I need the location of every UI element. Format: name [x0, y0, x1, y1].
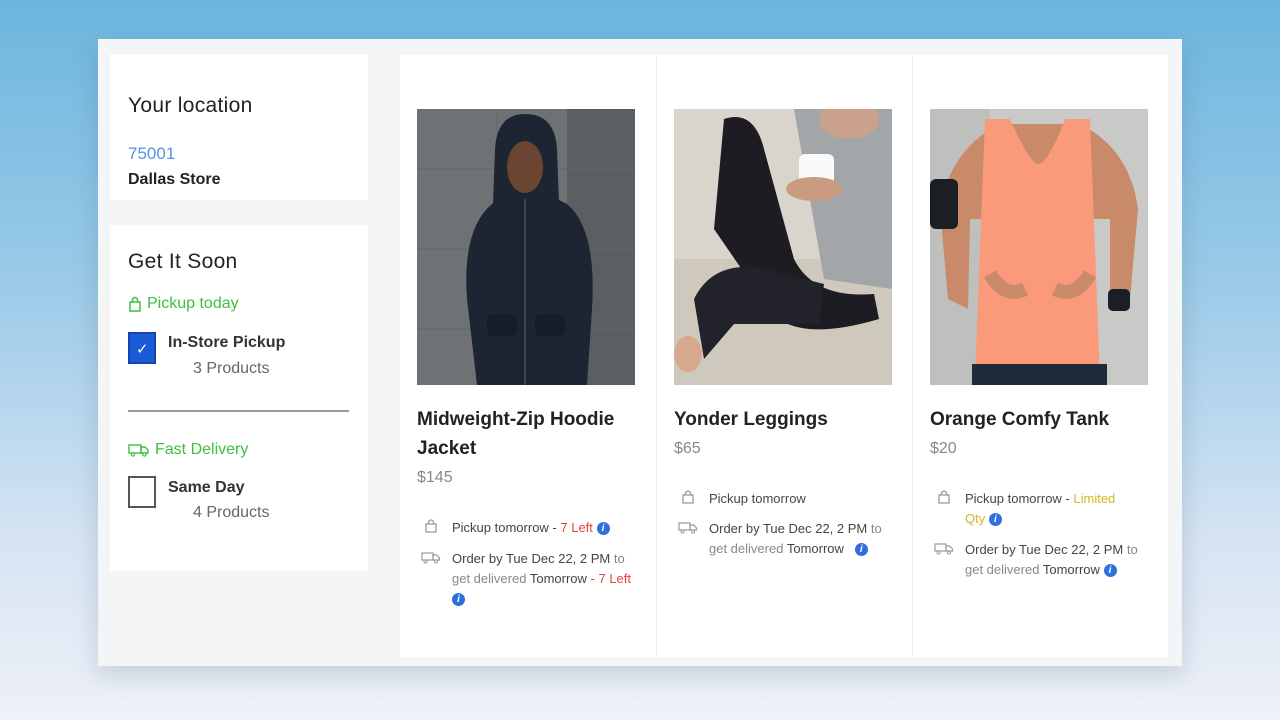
info-icon[interactable]: i: [854, 543, 868, 557]
stock-badge: 7 Left: [560, 520, 593, 535]
zip-code-link[interactable]: 75001: [128, 144, 175, 164]
limited-badge: Limited: [1073, 491, 1116, 506]
same-day-count: 4 Products: [193, 504, 270, 521]
product-card[interactable]: Yonder Leggings $65 Pickup tomorrow Orde…: [656, 55, 912, 657]
fast-delivery-text: Fast Delivery: [155, 441, 249, 458]
get-it-soon-title: Get It Soon: [128, 250, 238, 273]
info-icon[interactable]: i: [452, 593, 465, 607]
pickup-text: Pickup tomorrow: [709, 491, 806, 506]
delivery-sep: -: [586, 571, 599, 586]
get-delivered-text: get delivered: [965, 562, 1040, 577]
pickup-info: Pickup tomorrow - 7 Left i: [420, 518, 640, 538]
bag-icon: [677, 489, 699, 509]
order-by-text: Order by Tue Dec 22, 2 PM: [965, 542, 1124, 557]
in-store-pickup-count: 3 Products: [193, 360, 270, 377]
delivery-info: Order by Tue Dec 22, 2 PM to get deliver…: [933, 540, 1153, 580]
fast-delivery-label: Fast Delivery: [128, 441, 248, 459]
product-grid: Midweight-Zip Hoodie Jacket $145 Pickup …: [400, 55, 1168, 657]
delivery-when: Tomorrow: [529, 571, 587, 586]
pickup-info: Pickup tomorrow - Limited Qty i: [933, 489, 1153, 529]
order-to-text: to: [610, 551, 625, 566]
product-name[interactable]: Midweight-Zip Hoodie Jacket: [417, 405, 637, 463]
product-price: $65: [674, 440, 701, 457]
info-icon[interactable]: i: [596, 522, 610, 536]
product-price: $145: [417, 469, 453, 486]
info-icon[interactable]: i: [1103, 564, 1117, 578]
pickup-info: Pickup tomorrow: [677, 489, 897, 509]
stock-badge: 7 Left: [598, 571, 632, 586]
pickup-today-label: Pickup today: [128, 295, 239, 313]
in-store-pickup-checkbox[interactable]: ✓: [128, 332, 156, 364]
bag-icon: [933, 489, 955, 529]
location-title: Your location: [128, 94, 253, 117]
truck-icon: [677, 519, 699, 559]
product-card[interactable]: Orange Comfy Tank $20 Pickup tomorrow - …: [912, 55, 1168, 657]
hoodie-photo[interactable]: [417, 109, 635, 385]
order-to-text: to: [867, 521, 882, 536]
store-filter-panel: Your location 75001 Dallas Store Get It …: [98, 39, 1182, 666]
product-card[interactable]: Midweight-Zip Hoodie Jacket $145 Pickup …: [400, 55, 655, 657]
truck-icon: [933, 540, 955, 580]
delivery-info: Order by Tue Dec 22, 2 PM to get deliver…: [420, 549, 640, 609]
pickup-today-text: Pickup today: [147, 295, 239, 312]
delivery-info: Order by Tue Dec 22, 2 PM to get deliver…: [677, 519, 897, 559]
store-name: Dallas Store: [128, 171, 221, 188]
order-by-text: Order by Tue Dec 22, 2 PM: [452, 551, 611, 566]
same-day-checkbox[interactable]: [128, 476, 156, 508]
delivery-when: Tomorrow: [786, 541, 844, 556]
leggings-photo[interactable]: [674, 109, 892, 385]
order-to-text: to: [1123, 542, 1138, 557]
bag-icon: [129, 296, 141, 312]
checkmark-icon: ✓: [136, 341, 149, 358]
truck-icon: [128, 444, 149, 457]
tank-photo[interactable]: [930, 109, 1148, 385]
in-store-pickup-label[interactable]: In-Store Pickup: [168, 334, 285, 352]
truck-icon: [420, 549, 442, 609]
get-delivered-text: get delivered: [452, 571, 527, 586]
product-name[interactable]: Orange Comfy Tank: [930, 405, 1150, 434]
order-by-text: Order by Tue Dec 22, 2 PM: [709, 521, 868, 536]
delivery-when: Tomorrow: [1042, 562, 1100, 577]
bag-icon: [420, 518, 442, 538]
pickup-text: Pickup tomorrow -: [965, 491, 1074, 506]
info-icon[interactable]: i: [988, 513, 1002, 527]
get-delivered-text: get delivered: [709, 541, 784, 556]
product-price: $20: [930, 440, 957, 457]
same-day-label[interactable]: Same Day: [168, 479, 245, 497]
pickup-text: Pickup tomorrow -: [452, 520, 561, 535]
product-name[interactable]: Yonder Leggings: [674, 405, 894, 434]
location-card: Your location 75001 Dallas Store: [110, 54, 368, 200]
filter-divider: [128, 410, 349, 412]
get-it-soon-card: Get It Soon Pickup today ✓ In-Store Pick…: [110, 225, 368, 571]
qty-badge: Qty: [965, 511, 986, 526]
